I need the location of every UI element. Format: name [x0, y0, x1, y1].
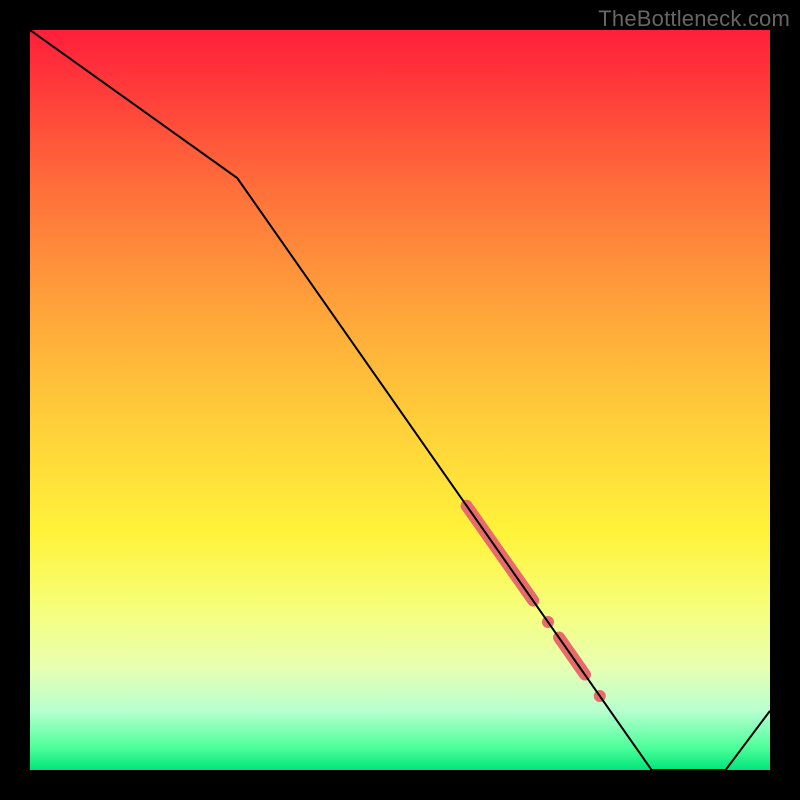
watermark-text: TheBottleneck.com — [598, 6, 790, 32]
chart-svg — [30, 30, 770, 770]
main-data-line — [30, 30, 770, 770]
